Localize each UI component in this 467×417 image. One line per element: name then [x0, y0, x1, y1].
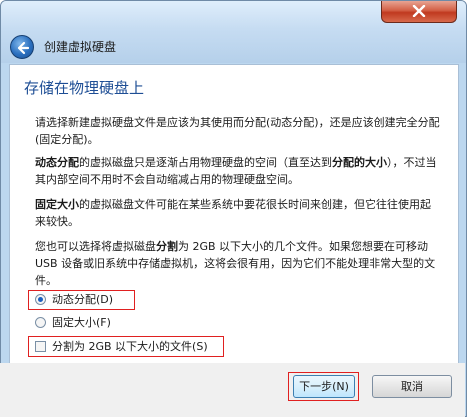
split-term: 分割: [156, 240, 178, 253]
fixed-radio[interactable]: [35, 317, 46, 328]
back-button[interactable]: [10, 35, 34, 59]
fixed-radio-label: 固定大小(F): [52, 316, 111, 329]
split-checkbox-label: 分割为 2GB 以下大小的文件(S): [52, 340, 208, 353]
window-title: 创建虚拟硬盘: [44, 40, 117, 54]
fixed-radio-option[interactable]: 固定大小(F): [35, 315, 111, 331]
dynamic-description: 动态分配的虚拟磁盘只是逐渐占用物理硬盘的空间（直至达到分配的大小），不过当其内部…: [35, 156, 437, 186]
dynamic-term: 动态分配: [35, 156, 79, 169]
split-checkbox-option[interactable]: 分割为 2GB 以下大小的文件(S): [35, 339, 208, 355]
allocated-size-term: 分配的大小: [332, 156, 387, 169]
dynamic-radio-label: 动态分配(D): [52, 293, 114, 306]
close-button[interactable]: [381, 1, 457, 23]
split-checkbox[interactable]: [35, 341, 46, 352]
cancel-button[interactable]: 取消: [372, 375, 452, 398]
arrow-left-icon: [17, 41, 30, 55]
page-heading: 存储在物理硬盘上: [24, 79, 145, 97]
split-description: 您也可以选择将虚拟磁盘分割为 2GB 以下大小的几个文件。如果您想要在可移动 U…: [35, 240, 436, 287]
next-button[interactable]: 下一步(N): [293, 375, 355, 398]
dynamic-radio[interactable]: [35, 294, 46, 305]
fixed-term: 固定大小: [35, 198, 79, 211]
dynamic-radio-option[interactable]: 动态分配(D): [35, 292, 113, 308]
close-icon: [412, 5, 426, 17]
fixed-description: 固定大小的虚拟磁盘文件可能在某些系统中要花很长时间来创建，但它往往使用起来较快。: [35, 198, 431, 228]
intro-text: 请选择新建虚拟硬盘文件是应该为其使用而分配(动态分配)，还是应该创建完全分配(固…: [35, 116, 440, 146]
